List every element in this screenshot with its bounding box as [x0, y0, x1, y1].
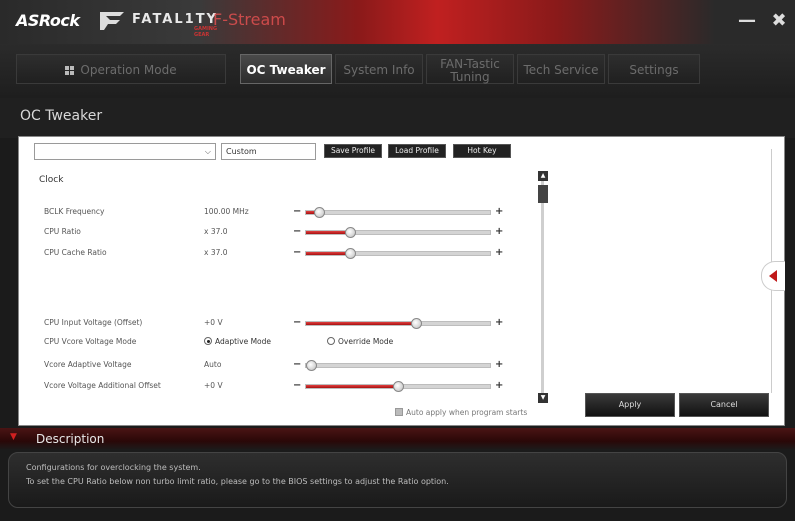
cpu-input-voltage-label: CPU Input Voltage (Offset)	[44, 318, 143, 327]
page-header: OC Tweaker	[0, 98, 795, 138]
slider-fill	[306, 385, 398, 388]
cpu-ratio-slider[interactable]: − +	[293, 227, 505, 238]
scroll-down-icon[interactable]: ▼	[538, 393, 548, 403]
slider-fill	[306, 252, 350, 255]
cpu-input-voltage-value: +0 V	[204, 318, 223, 327]
description-header: ▼ Description	[0, 428, 795, 450]
decrease-icon[interactable]: −	[293, 381, 301, 391]
scroll-up-icon[interactable]: ▲	[538, 171, 548, 181]
profile-dropdown[interactable]: ⌵	[34, 143, 216, 160]
app-title: F-Stream	[213, 10, 286, 29]
bclk-frequency-value: 100.00 MHz	[204, 207, 249, 216]
radio-empty-icon	[327, 337, 335, 345]
load-profile-button[interactable]: Load Profile	[388, 144, 446, 158]
radio-selected-icon	[204, 337, 212, 345]
page-title: OC Tweaker	[20, 108, 103, 124]
apply-button[interactable]: Apply	[585, 393, 675, 417]
cpu-ratio-value: x 37.0	[204, 227, 228, 236]
tab-tech-service[interactable]: Tech Service	[517, 54, 605, 84]
cpu-vcore-mode-label: CPU Vcore Voltage Mode	[44, 337, 137, 346]
cpu-cache-ratio-label: CPU Cache Ratio	[44, 248, 107, 257]
description-line-1: Configurations for overclocking the syst…	[26, 463, 201, 472]
auto-apply-label: Auto apply when program starts	[406, 408, 528, 417]
hot-key-button[interactable]: Hot Key	[453, 144, 511, 158]
adaptive-mode-label: Adaptive Mode	[215, 337, 272, 346]
override-mode-radio[interactable]: Override Mode	[327, 337, 393, 346]
cpu-ratio-label: CPU Ratio	[44, 227, 81, 236]
slider-knob[interactable]	[411, 318, 422, 329]
tab-oc-tweaker[interactable]: OC Tweaker	[240, 54, 332, 84]
increase-icon[interactable]: +	[495, 248, 503, 258]
chevron-down-icon: ⌵	[204, 147, 211, 156]
increase-icon[interactable]: +	[495, 381, 503, 391]
oc-tweaker-panel: ⌵ Custom Save Profile Load Profile Hot K…	[18, 136, 785, 426]
increase-icon[interactable]: +	[495, 207, 503, 217]
slider-knob[interactable]	[393, 381, 404, 392]
vcore-additional-offset-slider[interactable]: − +	[293, 381, 505, 392]
close-button[interactable]: ✖	[766, 10, 792, 34]
settings-scrollbar[interactable]: ▲ ▼	[538, 171, 548, 403]
slider-track	[305, 248, 491, 259]
fstream-window: ASRock FATAL1TY GAMING GEAR F-Stream — ✖…	[0, 0, 795, 521]
cpu-cache-ratio-slider[interactable]: − +	[293, 248, 505, 259]
slider-knob[interactable]	[345, 227, 356, 238]
slider-knob[interactable]	[345, 248, 356, 259]
override-mode-label: Override Mode	[338, 337, 394, 346]
profile-name-input[interactable]: Custom	[221, 143, 316, 160]
slider-track	[305, 360, 491, 371]
decrease-icon[interactable]: −	[293, 318, 301, 328]
main-nav: Operation Mode OC Tweaker System Info FA…	[0, 44, 795, 98]
decrease-icon[interactable]: −	[293, 360, 301, 370]
grid-icon	[65, 66, 75, 75]
checkbox-icon	[395, 408, 403, 416]
slider-track	[305, 227, 491, 238]
clock-section-label: Clock	[39, 175, 64, 185]
asrock-logo: ASRock	[16, 11, 80, 30]
collapse-arrow-icon[interactable]	[761, 261, 785, 291]
vcore-additional-offset-label: Vcore Voltage Additional Offset	[44, 381, 161, 390]
tab-settings[interactable]: Settings	[608, 54, 700, 84]
vcore-additional-offset-value: +0 V	[204, 381, 223, 390]
fatality-brand: FATAL1TY GAMING GEAR	[132, 12, 218, 38]
decrease-icon[interactable]: −	[293, 207, 301, 217]
tab-system-info[interactable]: System Info	[335, 54, 423, 84]
tab-operation-mode[interactable]: Operation Mode	[16, 54, 226, 84]
bclk-frequency-label: BCLK Frequency	[44, 207, 105, 216]
bclk-frequency-slider[interactable]: − +	[293, 207, 505, 218]
cpu-input-voltage-slider[interactable]: − +	[293, 318, 505, 329]
increase-icon[interactable]: +	[495, 360, 503, 370]
slider-fill	[306, 322, 416, 325]
title-bar: ASRock FATAL1TY GAMING GEAR F-Stream — ✖	[0, 0, 795, 44]
vcore-adaptive-voltage-value: Auto	[204, 360, 222, 369]
slider-fill	[306, 231, 350, 234]
save-profile-button[interactable]: Save Profile	[324, 144, 382, 158]
vcore-adaptive-voltage-slider[interactable]: − +	[293, 360, 505, 371]
fatality-logo-icon	[100, 12, 124, 30]
scrollbar-thumb[interactable]	[538, 185, 548, 203]
fatality-text: FATAL1TY	[132, 12, 218, 27]
description-title: Description	[36, 432, 105, 446]
cpu-cache-ratio-value: x 37.0	[204, 248, 228, 257]
slider-track	[305, 318, 491, 329]
slider-track	[305, 381, 491, 392]
scrollbar-track	[541, 181, 544, 395]
increase-icon[interactable]: +	[495, 227, 503, 237]
tab-fan-tastic-tuning[interactable]: FAN-Tastic Tuning	[426, 54, 514, 84]
adaptive-mode-radio[interactable]: Adaptive Mode	[204, 337, 271, 346]
slider-knob[interactable]	[314, 207, 325, 218]
decrease-icon[interactable]: −	[293, 248, 301, 258]
increase-icon[interactable]: +	[495, 318, 503, 328]
auto-apply-checkbox[interactable]: Auto apply when program starts	[395, 408, 527, 417]
slider-knob[interactable]	[306, 360, 317, 371]
cancel-button[interactable]: Cancel	[679, 393, 769, 417]
vcore-adaptive-voltage-label: Vcore Adaptive Voltage	[44, 360, 132, 369]
decrease-icon[interactable]: −	[293, 227, 301, 237]
tab-label: Operation Mode	[80, 63, 177, 77]
description-line-2: To set the CPU Ratio below non turbo lim…	[26, 477, 449, 486]
description-marker-icon: ▼	[10, 432, 17, 442]
minimize-button[interactable]: —	[734, 10, 760, 34]
slider-track	[305, 207, 491, 218]
